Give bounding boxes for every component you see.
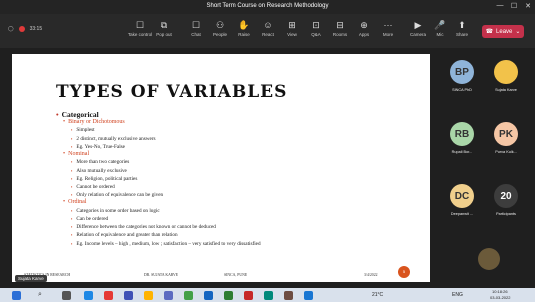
toolbar-pop-out-button[interactable]: ⧉ Pop out — [149, 18, 179, 37]
task-view-icon[interactable] — [62, 291, 71, 300]
meeting-timer: ◯ 33:15 — [8, 26, 42, 32]
participant-tile[interactable]: 20 Participants — [486, 184, 526, 216]
toolbar-label: People — [212, 32, 227, 37]
chevron-down-icon[interactable]: ⌄ — [515, 28, 520, 35]
clock-time[interactable]: 10:18:26 — [492, 289, 508, 294]
powerpoint-icon[interactable] — [244, 291, 253, 300]
footer-institute: SINCA, PUNE — [224, 273, 248, 277]
participant-tile[interactable]: RB Rupali Bor... — [442, 122, 482, 154]
participant-name: Participants — [496, 212, 516, 216]
participant-tile[interactable]: BP SINCA PhD — [442, 60, 482, 92]
avatar: RB — [450, 122, 474, 146]
clock-date[interactable]: 03-03-2022 — [490, 295, 510, 300]
slide-bullet-level-2: Binary or Dichotomous — [56, 119, 426, 126]
app-icon-5[interactable] — [304, 291, 313, 300]
weather-text[interactable]: 21°C — [372, 292, 383, 298]
toolbar-label: Rooms — [332, 32, 348, 37]
slide-content: CategoricalBinary or DichotomousSimplest… — [56, 110, 426, 248]
presenter-name-tag: Sujata Karve — [15, 275, 47, 282]
minimize-button[interactable]: — — [494, 2, 506, 12]
recording-icon — [18, 26, 25, 32]
slide-bullet-level-3: 2 distinct, mutually exclusive answers — [56, 135, 426, 143]
meeting-stage: TYPES OF VARIABLES CategoricalBinary or … — [0, 48, 535, 288]
app-icon-4[interactable] — [284, 291, 293, 300]
slide-bullet-level-3: Eg. Yes-No, True-False — [56, 143, 426, 151]
meeting-toolbar: ◯ 33:15 ☐ Take control ⧉ Pop out ☐ Chat ⚇ Peopl… — [0, 14, 535, 48]
toolbar-label: More — [382, 32, 394, 37]
leave-label: Leave — [496, 28, 513, 35]
slide-bullet-level-3: Also mutually exclusive — [56, 167, 426, 175]
slide-bullet-level-2: Nominal — [56, 151, 426, 158]
footer-author: DR. SUJATA KARVE — [144, 273, 179, 277]
slide-number: 5 — [398, 266, 410, 278]
shield-icon: ◯ — [8, 26, 14, 32]
window-title: Short Term Course on Research Methodolog… — [206, 3, 329, 9]
leave-button[interactable]: ☎ Leave ⌄ — [482, 25, 524, 38]
share-icon: ⬆ — [458, 20, 466, 30]
excel-icon[interactable] — [224, 291, 233, 300]
language-indicator[interactable]: ENG — [452, 292, 463, 298]
participant-name: Purva Kulk... — [495, 150, 517, 154]
avatar: BP — [450, 60, 474, 84]
avatar: DC — [450, 184, 474, 208]
slide-bullet-level-3: More than two categories — [56, 158, 426, 166]
timer-text: 33:15 — [29, 26, 43, 32]
app-icon-2[interactable] — [124, 291, 133, 300]
shared-slide: TYPES OF VARIABLES CategoricalBinary or … — [12, 54, 430, 282]
slide-bullet-level-3: Simplest — [56, 126, 426, 134]
chrome-icon[interactable] — [184, 291, 193, 300]
slide-bullet-level-3: Cannot be ordered — [56, 183, 426, 191]
close-button[interactable]: ✕ — [522, 2, 534, 12]
toolbar-label: Mic — [436, 32, 444, 37]
participant-name: Rupali Bor... — [451, 150, 473, 154]
windows-taskbar: ⌕ 21°C ENG 10:18:26 03-03-2022 — [0, 288, 535, 302]
presenter-video-thumbnail[interactable] — [478, 248, 500, 270]
maximize-button[interactable]: ☐ — [508, 2, 520, 12]
toolbar-label: Q&A — [311, 32, 321, 37]
slide-bullet-level-2: Ordinal — [56, 199, 426, 206]
slide-bullet-level-1: Categorical — [56, 110, 426, 119]
avatar: 20 — [494, 184, 518, 208]
word-icon[interactable] — [204, 291, 213, 300]
toolbar-label: Raise — [238, 32, 250, 37]
avatar — [494, 60, 518, 84]
participant-name: Deepanwit ... — [450, 212, 474, 216]
more-icon: ··· — [383, 20, 393, 30]
toolbar-label: React — [262, 32, 274, 37]
toolbar-label: Camera — [409, 32, 426, 37]
toolbar-label: Share — [455, 32, 468, 37]
avatar: PK — [494, 122, 518, 146]
participant-tile[interactable]: PK Purva Kulk... — [486, 122, 526, 154]
participant-name: SINCA PhD — [452, 88, 472, 92]
toolbar-label: Apps — [358, 32, 370, 37]
app-icon-3[interactable] — [264, 291, 273, 300]
slide-bullet-level-3: Eg. Income levels – high , medium, low ;… — [56, 240, 426, 248]
slide-bullet-level-3: Relation of equivalence and greater than… — [56, 231, 426, 239]
file-explorer-icon[interactable] — [144, 291, 153, 300]
slide-bullet-level-3: Eg. Religion, political parties — [56, 175, 426, 183]
edge-icon[interactable] — [84, 291, 93, 300]
toolbar-share-button[interactable]: ⬆ Share — [447, 18, 477, 37]
toolbar-label: Pop out — [156, 32, 172, 37]
slide-bullet-level-3: Only relation of equivalence can be give… — [56, 191, 426, 199]
slide-title: TYPES OF VARIABLES — [56, 82, 288, 102]
windows-start-icon[interactable] — [12, 291, 21, 300]
pop-out-icon: ⧉ — [160, 20, 168, 30]
footer-date: 3/4/2022 — [364, 273, 378, 277]
participant-tile[interactable]: Sujata Karve — [486, 60, 526, 92]
slide-bullet-level-3: Can be ordered — [56, 215, 426, 223]
app-icon-1[interactable] — [104, 291, 113, 300]
slide-bullet-level-3: Categories in some order based on logic — [56, 207, 426, 215]
phone-icon: ☎ — [485, 29, 494, 35]
slide-bullet-level-3: Difference between the categories not kn… — [56, 223, 426, 231]
window-titlebar: Short Term Course on Research Methodolog… — [0, 0, 535, 14]
teams-icon[interactable] — [164, 291, 173, 300]
toolbar-more-button[interactable]: ··· More — [373, 18, 403, 37]
toolbar-label: View — [287, 32, 297, 37]
toolbar-label: Chat — [191, 32, 201, 37]
participant-tile[interactable]: DC Deepanwit ... — [442, 184, 482, 216]
search-icon[interactable]: ⌕ — [38, 291, 47, 300]
participant-name: Sujata Karve — [495, 88, 517, 92]
